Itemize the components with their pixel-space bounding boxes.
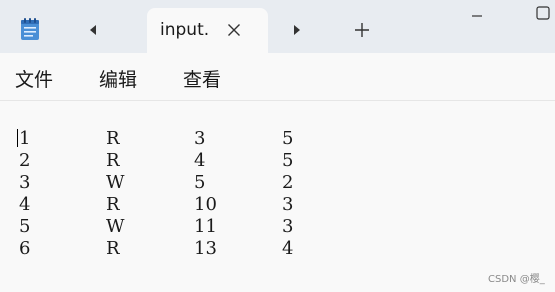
tab-title: input. <box>160 20 210 40</box>
close-icon[interactable] <box>224 20 244 40</box>
text-line: 1 R 3 5 <box>0 129 400 151</box>
line-cell: 4 <box>282 238 294 259</box>
tab-input[interactable]: input. <box>147 8 268 54</box>
line-cell: W <box>106 172 125 193</box>
maximize-icon[interactable] <box>531 2 555 24</box>
line-cell: 2 <box>19 150 31 171</box>
line-cell: 1 <box>19 128 31 149</box>
line-cell: 13 <box>194 238 217 259</box>
menu-edit[interactable]: 编辑 <box>99 65 137 92</box>
line-cell: 5 <box>282 150 294 171</box>
caret-right-icon[interactable] <box>287 20 307 40</box>
line-cell: 4 <box>19 194 31 215</box>
title-bar: input. <box>0 0 555 54</box>
line-cell: 6 <box>19 238 31 259</box>
line-cell: W <box>106 216 125 237</box>
caret-left-icon[interactable] <box>83 20 103 40</box>
line-cell: R <box>106 194 120 215</box>
line-cell: 2 <box>282 172 294 193</box>
minimize-icon[interactable] <box>465 2 489 24</box>
text-line: 3 W 5 2 <box>0 173 400 195</box>
text-line: 4 R 10 3 <box>0 195 400 217</box>
line-cell: 5 <box>282 128 294 149</box>
text-line: 5 W 11 3 <box>0 217 400 239</box>
line-cell: 11 <box>194 216 217 237</box>
line-cell: 3 <box>282 194 294 215</box>
line-cell: R <box>106 128 120 149</box>
line-cell: 3 <box>19 172 31 193</box>
text-line: 2 R 4 5 <box>0 151 400 173</box>
plus-icon[interactable] <box>351 19 373 41</box>
line-cell: 3 <box>194 128 206 149</box>
text-line: 6 R 13 4 <box>0 239 400 261</box>
line-cell: 10 <box>194 194 217 215</box>
menu-bar: 文件 编辑 查看 <box>0 53 555 101</box>
line-cell: 3 <box>282 216 294 237</box>
notepad-icon <box>19 17 41 41</box>
line-cell: 5 <box>19 216 31 237</box>
line-cell: 5 <box>194 172 206 193</box>
menu-view[interactable]: 查看 <box>183 65 221 92</box>
watermark: CSDN @樱_ <box>488 274 545 285</box>
menu-file[interactable]: 文件 <box>15 65 53 92</box>
line-cell: R <box>106 150 120 171</box>
line-cell: R <box>106 238 120 259</box>
line-cell: 4 <box>194 150 206 171</box>
